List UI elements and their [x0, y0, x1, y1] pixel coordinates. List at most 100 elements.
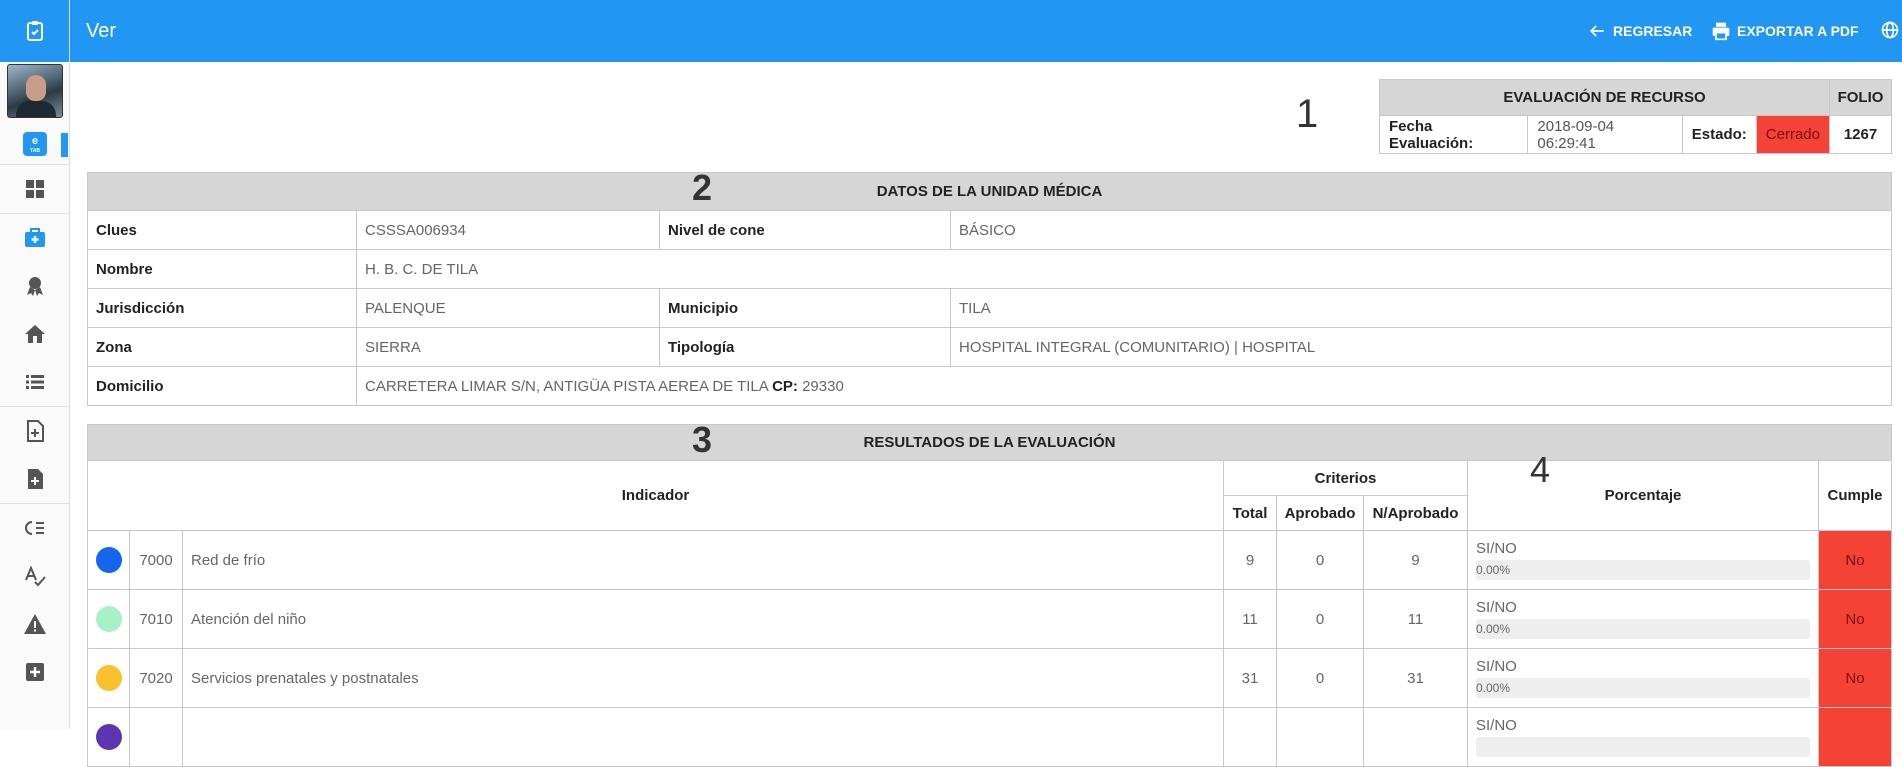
- award-icon: [27, 277, 43, 296]
- sidebar-item-plus[interactable]: [0, 648, 70, 696]
- municipio-label: Municipio: [659, 288, 951, 328]
- jurisdiccion-label: Jurisdicción: [87, 288, 357, 328]
- cumple-badge: No: [1818, 648, 1892, 708]
- back-button-label: REGRESAR: [1613, 23, 1693, 39]
- indicator-code: [129, 707, 183, 767]
- sidebar-item-house[interactable]: [0, 310, 70, 358]
- sidebar-item-award[interactable]: [0, 262, 70, 310]
- porcentaje-cell: SI/NO: [1467, 707, 1819, 767]
- table-row[interactable]: SI/NO: [87, 707, 1892, 767]
- sidebar-scrollbar[interactable]: [61, 133, 68, 157]
- tipologia-value: HOSPITAL INTEGRAL (COMUNITARIO) | HOSPIT…: [950, 327, 1892, 367]
- table-row[interactable]: 7010 Atención del niño 11 0 11 SI/NO 0.00% No: [87, 589, 1892, 649]
- estado-badge: Cerrado: [1755, 115, 1831, 154]
- progress-label: 0.00%: [1476, 563, 1511, 577]
- sidebar-item-checklist[interactable]: [0, 504, 70, 552]
- indicator-color-dot: [95, 606, 122, 632]
- sino-label: SI/NO: [1476, 658, 1517, 675]
- criterios-total: 31: [1223, 648, 1277, 708]
- criterios-aprobado: 0: [1276, 589, 1364, 649]
- col-aprobado: Aprobado: [1276, 495, 1364, 531]
- sino-label: SI/NO: [1476, 540, 1517, 557]
- export-pdf-button[interactable]: EXPORTAR A PDF: [1711, 21, 1859, 41]
- spellcheck-icon: [25, 565, 46, 587]
- unit-data-table: 2 DATOS DE LA UNIDAD MÉDICA Clues CSSSA0…: [87, 167, 1892, 406]
- cumple-badge: No: [1818, 589, 1892, 649]
- sino-label: SI/NO: [1476, 717, 1517, 734]
- back-button[interactable]: REGRESAR: [1587, 21, 1692, 41]
- col-total: Total: [1223, 495, 1277, 531]
- evaluation-summary-table: EVALUACIÓN DE RECURSO FOLIO Fecha Evalua…: [1378, 79, 1892, 154]
- sidebar-item-medical[interactable]: [0, 214, 70, 262]
- etab-icon: e TAB: [23, 132, 47, 156]
- municipio-value: TILA: [950, 288, 1892, 328]
- indicator-code: 7000: [129, 530, 183, 590]
- sidebar-item-dashboard[interactable]: [0, 165, 70, 213]
- criterios-aprobado: 0: [1276, 530, 1364, 590]
- sidebar-item-add-file[interactable]: [0, 455, 70, 503]
- criterios-aprobado: [1276, 707, 1364, 767]
- criterios-total: [1223, 707, 1277, 767]
- folio-value: 1267: [1829, 115, 1892, 154]
- marker-4: 4: [1530, 449, 1551, 490]
- page-title: Ver: [86, 20, 117, 42]
- col-naprobado: N/Aprobado: [1363, 495, 1468, 531]
- domicilio-label: Domicilio: [87, 366, 357, 406]
- progress-bar: 0.00%: [1476, 619, 1810, 639]
- arrow-left-icon: [1589, 25, 1604, 37]
- clipboard-icon: [26, 21, 43, 41]
- criterios-naprobado: 9: [1363, 530, 1468, 590]
- indicator-color-cell: [87, 589, 130, 649]
- etab-link[interactable]: e TAB: [0, 124, 70, 164]
- add-document-icon: [27, 420, 44, 442]
- porcentaje-cell: SI/NO 0.00%: [1467, 648, 1819, 708]
- language-button[interactable]: [1880, 20, 1900, 40]
- cumple-badge: [1818, 707, 1892, 767]
- fecha-value: 2018-09-04 06:29:41: [1527, 115, 1683, 154]
- indicator-code: 7010: [129, 589, 183, 649]
- domicilio-value: CARRETERA LIMAR S/N, ANTIGÜA PISTA AEREA…: [365, 377, 768, 395]
- jurisdiccion-value: PALENQUE: [356, 288, 660, 328]
- indicator-color-dot: [95, 547, 122, 573]
- sidebar-item-list[interactable]: [0, 358, 70, 406]
- indicator-name: [182, 707, 1224, 767]
- printer-icon: [1712, 22, 1730, 41]
- dashboard-icon: [26, 180, 44, 198]
- indicator-color-cell: [87, 648, 130, 708]
- sidebar-item-add-document[interactable]: [0, 407, 70, 455]
- domicilio-cell: CARRETERA LIMAR S/N, ANTIGÜA PISTA AEREA…: [356, 366, 1892, 406]
- sino-label: SI/NO: [1476, 599, 1517, 616]
- cumple-badge: No: [1818, 530, 1892, 590]
- marker-3: 3: [692, 419, 713, 460]
- criterios-total: 9: [1223, 530, 1277, 590]
- clues-value: CSSSA006934: [356, 210, 660, 250]
- plus-box-icon: [26, 663, 44, 681]
- folio-header: FOLIO: [1829, 79, 1892, 116]
- col-porcentaje: Porcentaje: [1604, 487, 1682, 504]
- criterios-naprobado: 11: [1363, 589, 1468, 649]
- col-cumple: Cumple: [1818, 460, 1892, 531]
- fecha-label: Fecha Evaluación:: [1378, 115, 1529, 154]
- cp-value: 29330: [802, 377, 844, 395]
- indicator-color-dot: [95, 665, 122, 691]
- table-row[interactable]: 7000 Red de frío 9 0 9 SI/NO 0.00% No: [87, 530, 1892, 590]
- evaluation-results-table: 3 RESULTADOS DE LA EVALUACIÓN Indicador …: [87, 419, 1892, 767]
- nivel-value: BÁSICO: [950, 210, 1892, 250]
- indicator-name: Servicios prenatales y postnatales: [182, 648, 1224, 708]
- zona-value: SIERRA: [356, 327, 660, 367]
- progress-label: 0.00%: [1476, 622, 1511, 636]
- warning-icon: [24, 614, 46, 634]
- sidebar-item-spellcheck[interactable]: [0, 552, 70, 600]
- indicator-color-cell: [87, 530, 130, 590]
- top-bar: Ver REGRESAR EXPORTAR A PDF: [70, 0, 1902, 62]
- progress-bar: 0.00%: [1476, 678, 1810, 698]
- table-row[interactable]: 7020 Servicios prenatales y postnatales 31…: [87, 648, 1892, 708]
- medical-kit-icon: [25, 228, 45, 247]
- sidebar: e TAB: [0, 0, 70, 729]
- app-logo[interactable]: [0, 0, 69, 62]
- avatar[interactable]: [7, 64, 63, 118]
- col-criterios: Criterios: [1223, 460, 1468, 496]
- progress-bar: 0.00%: [1476, 560, 1810, 580]
- sidebar-item-warning[interactable]: [0, 600, 70, 648]
- col-indicador: Indicador: [87, 460, 1224, 531]
